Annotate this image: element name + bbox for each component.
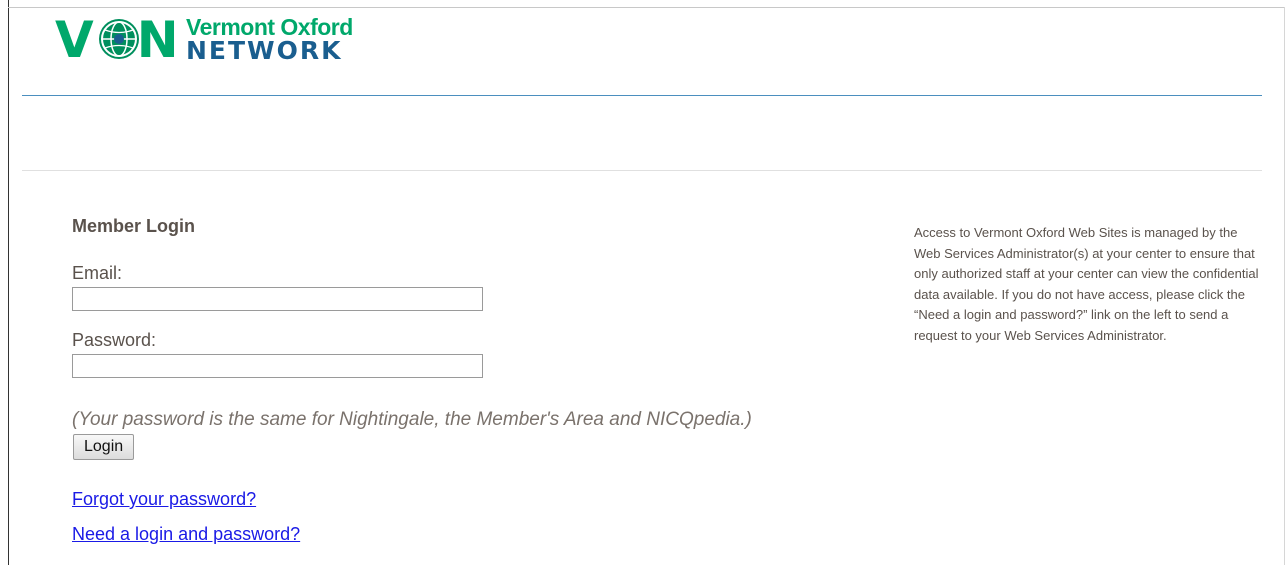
forgot-password-link[interactable]: Forgot your password? bbox=[72, 489, 256, 510]
access-info-text: Access to Vermont Oxford Web Sites is ma… bbox=[914, 225, 1259, 343]
password-label: Password: bbox=[72, 330, 157, 350]
content-divider bbox=[22, 170, 1262, 171]
member-login-heading: Member Login bbox=[72, 216, 196, 236]
password-field[interactable] bbox=[72, 354, 483, 378]
login-button[interactable]: Login bbox=[73, 434, 135, 460]
window-left-border bbox=[8, 0, 9, 565]
password-note: (Your password is the same for Nightinga… bbox=[72, 409, 752, 430]
email-field[interactable] bbox=[72, 287, 483, 311]
need-login-link[interactable]: Need a login and password? bbox=[72, 524, 300, 545]
globe-icon bbox=[99, 19, 139, 59]
window-top-border bbox=[8, 7, 1285, 8]
von-logo[interactable]: VN Vermont Oxford NETWORK bbox=[55, 14, 375, 66]
email-label: Email: bbox=[72, 263, 123, 283]
header-divider bbox=[22, 95, 1262, 96]
logo-line2: NETWORK bbox=[186, 36, 343, 65]
